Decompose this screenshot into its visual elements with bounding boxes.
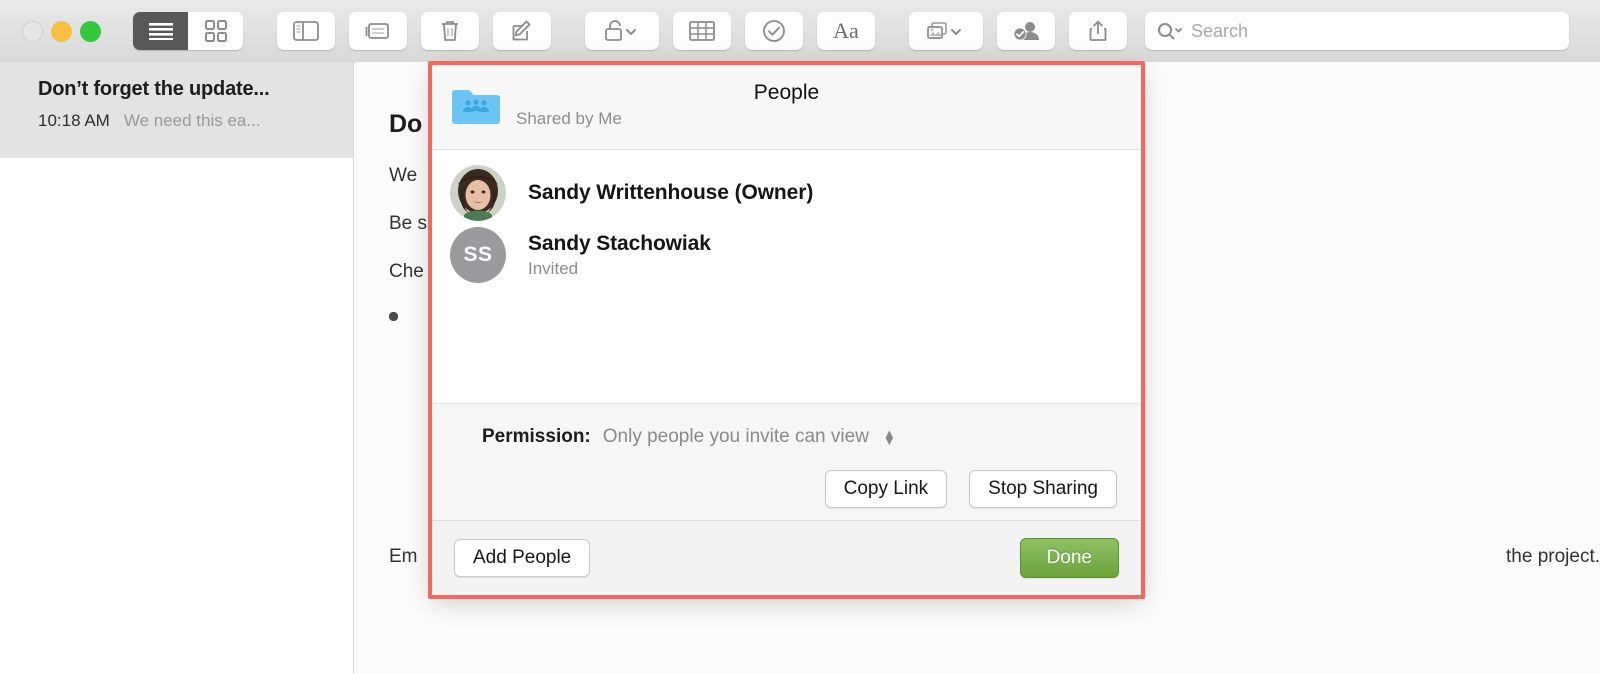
share-people-dialog: People Shared by Me Sandy Writtenhouse (… bbox=[432, 65, 1141, 595]
share-export-button[interactable] bbox=[1069, 12, 1127, 50]
chevron-down-icon bbox=[626, 29, 636, 35]
permission-value[interactable]: Only people you invite can view bbox=[603, 426, 869, 448]
media-button[interactable] bbox=[909, 12, 983, 50]
grid-view-icon bbox=[204, 20, 227, 42]
note-title: Don’t forget the update... bbox=[38, 78, 270, 100]
media-icon bbox=[927, 22, 961, 39]
share-icon bbox=[1089, 20, 1107, 41]
checklist-button[interactable] bbox=[745, 12, 803, 50]
avatar: SS bbox=[450, 227, 506, 283]
note-time: 10:18 AM bbox=[38, 111, 110, 130]
avatar-initials: SS bbox=[463, 243, 493, 266]
format-button[interactable]: Aa bbox=[817, 12, 875, 50]
table-button[interactable] bbox=[673, 12, 731, 50]
delete-button[interactable] bbox=[421, 12, 479, 50]
copy-link-button[interactable]: Copy Link bbox=[824, 470, 948, 508]
permission-row: Permission: Only people you invite can v… bbox=[432, 404, 1141, 448]
list-item[interactable]: Sandy Writtenhouse (Owner) bbox=[432, 162, 1141, 224]
close-window-button[interactable] bbox=[22, 20, 43, 42]
window-controls bbox=[22, 20, 101, 42]
dialog-title: People bbox=[753, 81, 820, 104]
trash-icon bbox=[442, 21, 458, 41]
chevron-down-icon bbox=[951, 29, 961, 35]
person-name: Sandy Writtenhouse (Owner) bbox=[528, 181, 814, 204]
search-placeholder: Search bbox=[1191, 20, 1249, 41]
link-actions: Copy Link Stop Sharing bbox=[432, 448, 1141, 508]
people-list: Sandy Writtenhouse (Owner) SS Sandy Stac… bbox=[432, 149, 1141, 403]
list-view-icon bbox=[148, 23, 173, 40]
checkmark-circle-icon bbox=[763, 20, 785, 42]
person-name: Sandy Stachowiak bbox=[528, 231, 711, 255]
note-body-line: Em bbox=[389, 546, 418, 567]
lock-icon bbox=[605, 20, 636, 41]
maximize-window-button[interactable] bbox=[80, 20, 101, 42]
minimize-window-button[interactable] bbox=[51, 20, 72, 42]
folders-icon bbox=[365, 23, 389, 39]
add-person-icon bbox=[1013, 22, 1039, 41]
compose-button[interactable] bbox=[493, 12, 551, 50]
search-field[interactable]: Search bbox=[1145, 12, 1569, 50]
table-icon bbox=[689, 21, 715, 41]
avatar bbox=[450, 165, 506, 221]
person-status: Invited bbox=[528, 258, 579, 278]
list-item[interactable]: Don’t forget the update... 10:18 AM We n… bbox=[0, 62, 353, 158]
shared-by-label: Shared by Me bbox=[516, 109, 622, 128]
grid-view-button[interactable] bbox=[188, 12, 243, 50]
folders-button[interactable] bbox=[349, 12, 407, 50]
segmented-control bbox=[133, 12, 243, 50]
dialog-header: People Shared by Me bbox=[432, 65, 1141, 149]
permission-label: Permission: bbox=[482, 426, 591, 447]
note-body-line: the project. bbox=[1506, 546, 1600, 567]
view-mode-segmented-control bbox=[133, 12, 243, 50]
list-item[interactable]: SS Sandy Stachowiak Invited bbox=[432, 224, 1141, 286]
format-label: Aa bbox=[833, 18, 859, 43]
done-button[interactable]: Done bbox=[1019, 538, 1119, 578]
chevron-down-icon bbox=[1175, 28, 1182, 33]
sidebar-icon bbox=[293, 21, 319, 41]
search-icon bbox=[1158, 23, 1182, 40]
dialog-footer: Add People Done bbox=[432, 520, 1141, 595]
notes-app-window: Aa Search Don’t forget the update... 10:… bbox=[0, 0, 1600, 674]
chevron-down-icon: ▼ bbox=[882, 433, 896, 448]
compose-icon bbox=[512, 20, 531, 41]
toolbar: Aa Search bbox=[0, 0, 1600, 63]
note-meta: 10:18 AM We need this ea... bbox=[38, 111, 335, 131]
permission-stepper[interactable]: ▲ ▼ bbox=[882, 427, 896, 448]
person-info: Sandy Writtenhouse (Owner) bbox=[528, 181, 813, 205]
notes-list-sidebar: Don’t forget the update... 10:18 AM We n… bbox=[0, 62, 354, 674]
note-preview: We need this ea... bbox=[123, 111, 261, 130]
permission-section: Permission: Only people you invite can v… bbox=[432, 403, 1141, 520]
list-view-button[interactable] bbox=[133, 12, 188, 50]
add-people-button[interactable]: Add People bbox=[454, 539, 591, 577]
lock-button[interactable] bbox=[585, 12, 659, 50]
person-info: Sandy Stachowiak Invited bbox=[528, 232, 711, 279]
share-people-button[interactable] bbox=[997, 12, 1055, 50]
stop-sharing-button[interactable]: Stop Sharing bbox=[969, 470, 1117, 508]
sidebar-toggle-button[interactable] bbox=[277, 12, 335, 50]
